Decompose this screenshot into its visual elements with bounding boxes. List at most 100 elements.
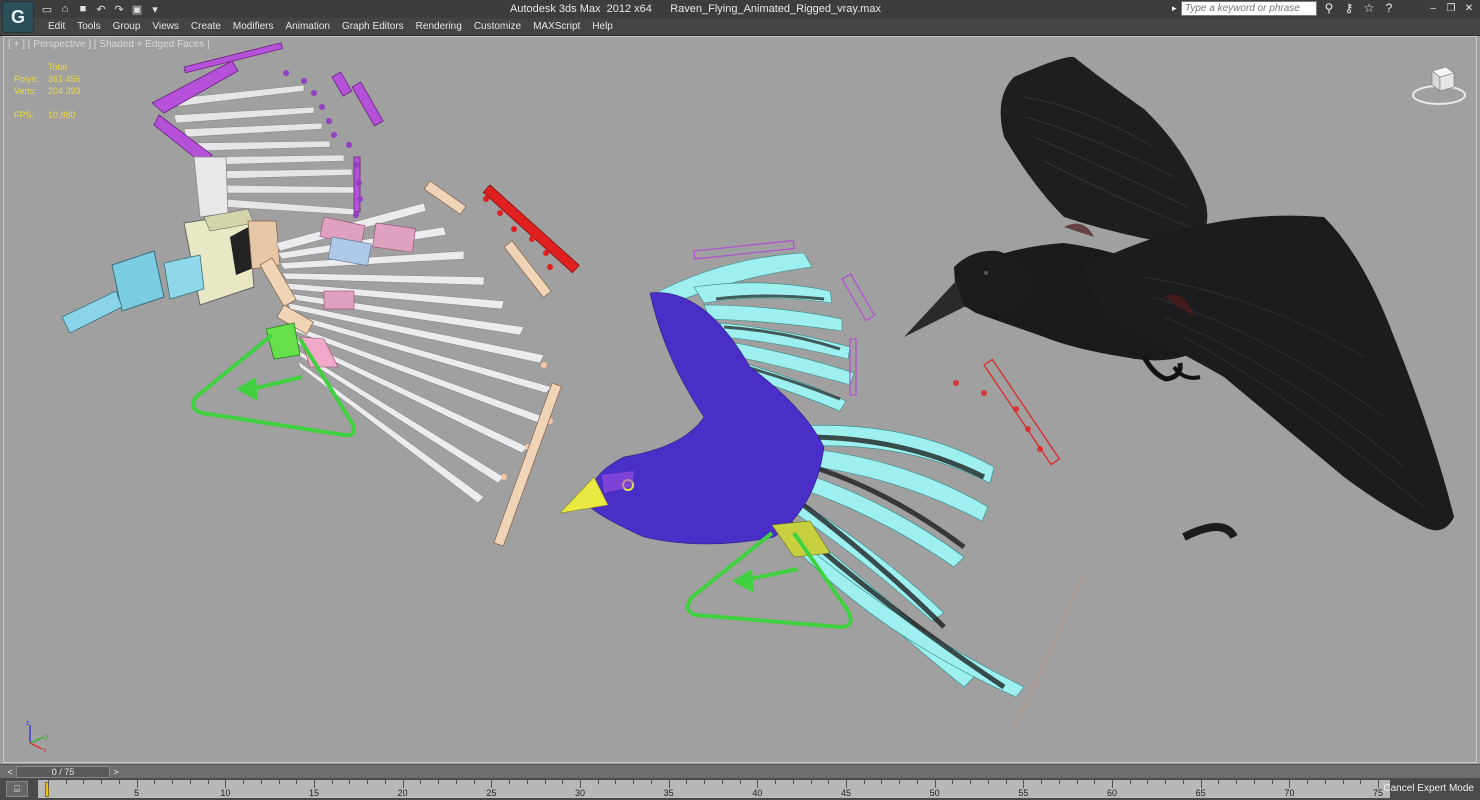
binoculars-icon[interactable]: ⚲ xyxy=(1322,1,1336,15)
track-tick xyxy=(473,780,475,784)
menu-maxscript[interactable]: MAXScript xyxy=(527,20,586,33)
minimize-icon[interactable]: – xyxy=(1426,1,1440,15)
3dsmax-logo-icon[interactable]: G xyxy=(2,1,34,33)
menu-create[interactable]: Create xyxy=(185,20,227,33)
project-folder-icon[interactable]: ▣ xyxy=(130,2,144,16)
track-tick xyxy=(739,780,741,784)
new-file-icon[interactable]: ▭ xyxy=(40,2,54,16)
cancel-expert-mode-button[interactable]: Cancel Expert Mode xyxy=(1383,778,1474,800)
track-tick-label: 15 xyxy=(308,788,320,798)
stats-row: FPS: 10,880 xyxy=(14,109,81,121)
time-slider[interactable]: < 0 / 75 > xyxy=(0,764,1480,779)
track-tick xyxy=(314,780,315,788)
track-tick xyxy=(1023,780,1025,788)
time-prev-button[interactable]: < xyxy=(4,766,16,778)
menu-tools[interactable]: Tools xyxy=(71,20,106,33)
track-bar-area[interactable]: 5 10 15 20 25 30 35 40 45 50 55 60 65 70 75 xyxy=(38,780,1390,798)
track-tick xyxy=(1094,780,1096,784)
track-tick xyxy=(1112,780,1113,788)
track-tick xyxy=(296,780,298,784)
stats-verts-value: 204 393 xyxy=(48,86,81,96)
star-icon[interactable]: ☆ xyxy=(1362,1,1376,15)
viewport-label[interactable]: [ + ] [ Perspective ] [ Shaded + Edged F… xyxy=(8,39,210,50)
time-next-button[interactable]: > xyxy=(110,766,122,778)
save-icon[interactable]: ■ xyxy=(76,2,90,16)
track-tick xyxy=(1200,780,1202,788)
stats-fps-value: 10,880 xyxy=(48,110,76,120)
track-tick xyxy=(721,780,723,784)
track-tick xyxy=(1076,780,1078,784)
search-input[interactable] xyxy=(1181,1,1317,16)
track-tick xyxy=(154,780,156,784)
track-tick xyxy=(544,780,546,784)
track-tick-label: 10 xyxy=(220,788,231,798)
track-tick xyxy=(1147,780,1149,784)
track-tick xyxy=(846,780,847,788)
track-tick xyxy=(899,780,901,784)
menu-views[interactable]: Views xyxy=(146,20,185,33)
track-tick-label: 70 xyxy=(1284,788,1295,798)
window-title: Autodesk 3ds Max 2012 x64 Raven_Flying_A… xyxy=(510,3,881,15)
viewport-scene xyxy=(61,42,1454,728)
track-tick xyxy=(509,780,511,784)
track-tick xyxy=(101,780,103,784)
track-bar: ⌸ 5 10 15 20 25 30 35 40 45 50 55 60 65 70 75 Cancel E… xyxy=(0,778,1480,800)
menu-rendering[interactable]: Rendering xyxy=(410,20,468,33)
track-tick xyxy=(757,780,759,788)
menu-help[interactable]: Help xyxy=(586,20,619,33)
track-tick xyxy=(615,780,617,784)
open-file-icon[interactable]: ⌂ xyxy=(58,2,72,16)
viewcube-icon[interactable] xyxy=(1410,59,1468,109)
menu-group[interactable]: Group xyxy=(107,20,147,33)
help-icon[interactable]: ? xyxy=(1382,1,1396,15)
track-tick-label: 30 xyxy=(574,788,586,798)
track-tick-label: 75 xyxy=(1372,788,1384,798)
track-tick xyxy=(189,780,191,784)
menu-animation[interactable]: Animation xyxy=(279,20,335,33)
track-tick xyxy=(1129,780,1131,784)
track-tick xyxy=(48,780,49,788)
mini-curve-editor-icon[interactable]: ⌸ xyxy=(6,781,28,797)
menu-edit[interactable]: Edit xyxy=(42,20,71,33)
track-tick xyxy=(136,780,138,788)
search-expand-icon[interactable]: ▸ xyxy=(1172,3,1177,14)
stats-row: Polys: 361 456 xyxy=(14,73,81,85)
track-tick-label: 20 xyxy=(397,788,408,798)
track-tick xyxy=(952,780,954,784)
track-tick xyxy=(83,780,85,784)
undo-icon[interactable]: ↶ xyxy=(94,2,108,16)
quick-access-toolbar: ▭ ⌂ ■ ↶ ↷ ▣ ▾ xyxy=(40,1,162,17)
stats-row: Verts: 204 393 xyxy=(14,85,81,97)
track-tick xyxy=(1236,780,1238,784)
track-tick-label: 55 xyxy=(1018,788,1029,798)
track-tick xyxy=(331,780,333,784)
menu-customize[interactable]: Customize xyxy=(468,20,527,33)
bone-rig[interactable] xyxy=(61,42,580,547)
track-tick xyxy=(367,780,369,784)
stats-header: Total xyxy=(48,62,68,72)
qa-dropdown-icon[interactable]: ▾ xyxy=(148,2,162,16)
restore-icon[interactable]: ❐ xyxy=(1444,1,1458,15)
info-center-toolbar: ⚲ ⚷ ☆ ? xyxy=(1322,1,1396,15)
track-tick-label: 25 xyxy=(486,788,497,798)
key-icon[interactable]: ⚷ xyxy=(1342,1,1356,15)
menu-modifiers[interactable]: Modifiers xyxy=(227,20,280,33)
track-tick xyxy=(225,780,227,788)
perspective-viewport[interactable]: [ + ] [ Perspective ] [ Shaded + Edged F… xyxy=(3,36,1477,763)
viewport-statistics: Total Polys: 361 456 Verts: 204 393 FPS:… xyxy=(14,61,81,121)
axis-y-label: y xyxy=(45,733,49,740)
track-tick xyxy=(1378,780,1379,788)
track-tick xyxy=(1289,780,1291,788)
track-tick xyxy=(526,780,528,784)
menu-graph-editors[interactable]: Graph Editors xyxy=(336,20,410,33)
track-tick xyxy=(934,780,936,788)
track-tick xyxy=(810,780,812,784)
time-slider-thumb[interactable]: 0 / 75 xyxy=(16,766,110,778)
redo-icon[interactable]: ↷ xyxy=(112,2,126,16)
track-tick-label: 65 xyxy=(1195,788,1206,798)
close-icon[interactable]: ✕ xyxy=(1462,1,1476,15)
track-tick xyxy=(207,780,209,784)
track-tick xyxy=(792,780,794,784)
track-tick xyxy=(633,780,635,784)
track-tick-label: 50 xyxy=(929,788,940,798)
